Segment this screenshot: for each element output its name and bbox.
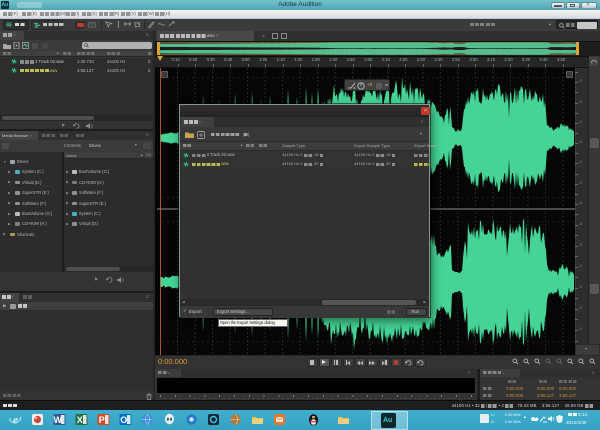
svg-text:O: O — [120, 415, 127, 425]
svg-text:X: X — [77, 415, 83, 425]
svg-text:P: P — [99, 415, 105, 425]
svg-text:W: W — [54, 415, 63, 425]
svg-text:e: e — [13, 413, 19, 426]
